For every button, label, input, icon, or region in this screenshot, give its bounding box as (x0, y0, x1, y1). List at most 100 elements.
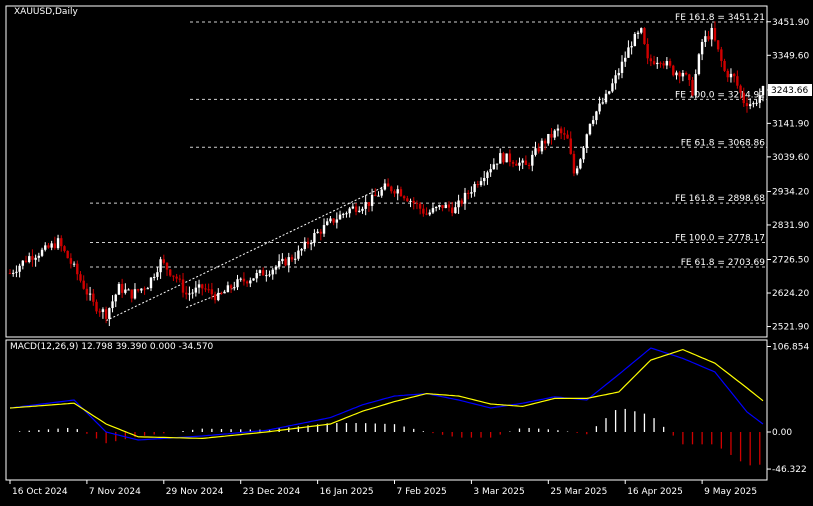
price-tick-label: 3141.90 (772, 119, 809, 129)
candle-body (463, 192, 467, 204)
candle-body (422, 208, 425, 214)
candle-body (614, 75, 617, 84)
candle-body (169, 269, 172, 276)
candle-body (511, 161, 515, 164)
candle-body (521, 160, 524, 163)
candle-body (210, 289, 214, 295)
candle-body (53, 243, 57, 249)
candle-body (194, 287, 198, 293)
candle-body (547, 133, 550, 144)
candle-body (21, 260, 25, 266)
chart-canvas[interactable]: 3451.90 3349.60 3243.66 3141.90 3039.60 2934.… (0, 0, 813, 502)
candle-body (152, 276, 156, 278)
fib-level-label: FE 161.8 = 3451.21 (675, 13, 765, 23)
candle-body (582, 148, 585, 160)
candle-body (515, 163, 518, 166)
candle-body (377, 195, 380, 197)
candle-body (367, 202, 371, 206)
candle-body (108, 308, 111, 319)
candle-body (79, 274, 82, 281)
candle-body (185, 292, 188, 295)
candle-body (479, 181, 483, 186)
candle-body (130, 289, 133, 299)
candle-body (172, 275, 175, 277)
candle-body (470, 192, 473, 194)
macd-title: MACD(12,26,9) 12.798 39.390 0.000 -34.57… (10, 342, 214, 352)
candle-body (358, 210, 361, 212)
candle-body (281, 258, 284, 262)
candle-body (467, 192, 470, 194)
candle-body (329, 218, 332, 222)
candle-body (332, 218, 335, 223)
candle-body (585, 134, 588, 149)
time-axis-label: 25 Mar 2025 (550, 487, 607, 497)
time-axis-label: 7 Feb 2025 (397, 487, 447, 497)
candle-body (274, 266, 278, 270)
candle-body (652, 61, 656, 65)
price-tick-label: 3451.90 (772, 18, 809, 28)
candle-body (361, 208, 364, 211)
candle-body (726, 70, 729, 78)
candle-body (197, 284, 201, 288)
candle-body (665, 61, 669, 66)
candle-body (700, 41, 704, 55)
candle-body (492, 164, 496, 170)
fib-level-label: FE 100.0 = 2778.17 (675, 234, 765, 244)
candle-body (63, 246, 66, 251)
candle-body (204, 288, 207, 290)
candle-body (450, 207, 454, 214)
candle-body (178, 278, 182, 280)
chart-window[interactable]: 3451.90 3349.60 3243.66 3141.90 3039.60 2934.… (0, 0, 813, 502)
candle-body (88, 293, 92, 295)
candle-body (732, 73, 736, 77)
candle-body (124, 289, 127, 293)
candle-body (242, 278, 246, 282)
candle-body (18, 265, 21, 272)
candle-body (261, 270, 265, 276)
price-tick-label: 3349.60 (772, 51, 809, 61)
candle-body (290, 257, 294, 260)
candle-body (681, 72, 685, 77)
candle-body (140, 288, 143, 291)
candle-body (34, 257, 37, 260)
candle-body (28, 256, 31, 263)
candle-body (335, 219, 339, 223)
candle-body (688, 74, 691, 81)
candle-body (85, 288, 89, 295)
price-tick-label: 2726.50 (772, 255, 809, 265)
candle-body (8, 273, 12, 275)
candle-body (31, 256, 34, 260)
candle-body (297, 250, 300, 259)
time-axis-label: 23 Dec 2024 (243, 487, 301, 497)
candle-body (127, 289, 130, 291)
fib-level-label: FE 100.0 = 3214.92 (675, 90, 765, 100)
candle-body (114, 294, 117, 302)
candle-body (239, 278, 242, 280)
candle-body (175, 276, 178, 279)
candle-body (188, 293, 191, 295)
candle-body (697, 54, 701, 75)
candle-body (575, 168, 579, 174)
candle-body (245, 281, 249, 284)
candle-body (393, 191, 396, 194)
candle-body (595, 111, 598, 121)
candle-body (120, 283, 124, 293)
price-tick-label: 2831.90 (772, 221, 809, 231)
candle-body (601, 102, 604, 104)
candle-body (201, 284, 204, 289)
candle-body (249, 280, 252, 284)
candle-body (729, 73, 733, 78)
candle-body (540, 140, 544, 152)
candle-body (351, 206, 355, 209)
price-tick-label: 2521.90 (772, 323, 809, 333)
candle-body (550, 133, 553, 138)
candle-body (502, 153, 505, 163)
candle-body (438, 205, 441, 207)
candle-body (745, 103, 749, 107)
candle-body (342, 213, 345, 215)
candle-body (72, 263, 76, 265)
time-axis-label: 16 Apr 2025 (627, 487, 683, 497)
candle-body (44, 245, 47, 250)
price-tick-label: 2934.20 (772, 187, 809, 197)
candle-body (758, 95, 761, 103)
